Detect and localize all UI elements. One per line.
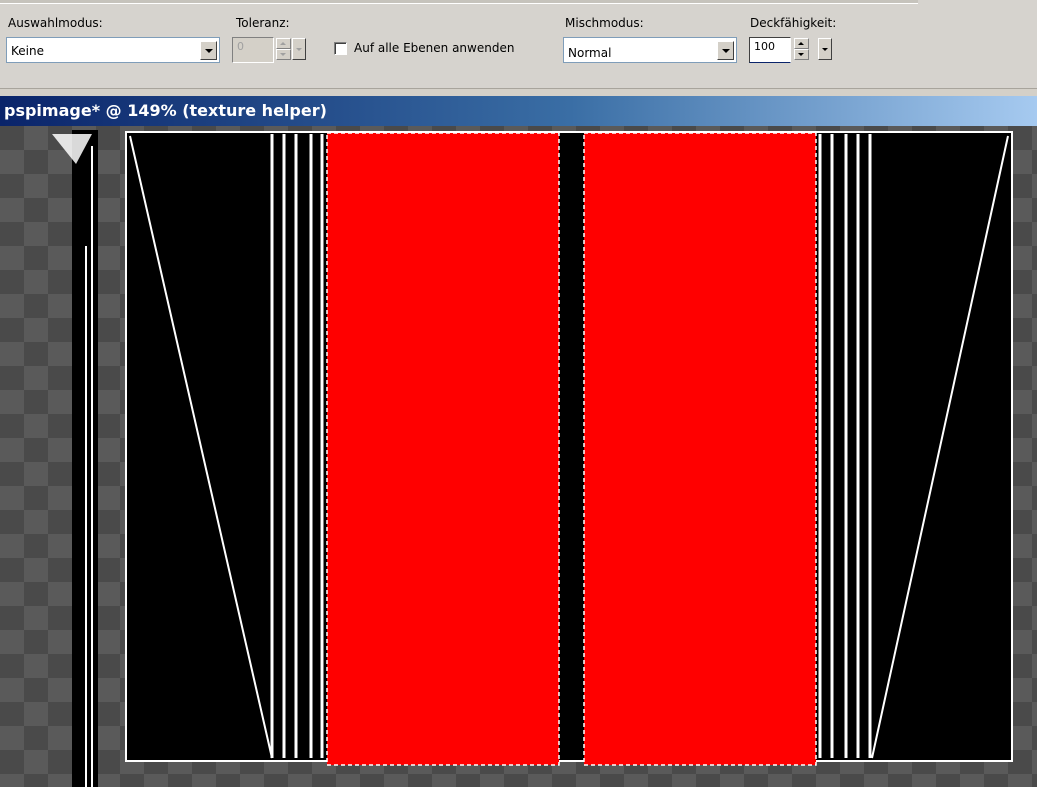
tolerance-input[interactable]: 0 bbox=[232, 37, 274, 63]
image-frame bbox=[125, 131, 1013, 762]
chevron-down-icon bbox=[296, 48, 302, 51]
canvas-area[interactable] bbox=[0, 126, 1037, 787]
blend-mode-label: Mischmodus: bbox=[565, 16, 644, 30]
tolerance-value: 0 bbox=[237, 40, 244, 53]
tool-options-bar: Auswahlmodus: Keine Toleranz: 0 Auf alle… bbox=[0, 0, 1037, 89]
spin-up-icon[interactable] bbox=[794, 38, 809, 49]
red-panel-right[interactable] bbox=[584, 133, 816, 765]
opacity-input[interactable]: 100 bbox=[749, 37, 791, 63]
chevron-down-icon bbox=[822, 48, 828, 51]
opacity-spinner[interactable] bbox=[794, 38, 809, 60]
tolerance-spinner[interactable] bbox=[276, 38, 291, 60]
opacity-value: 100 bbox=[754, 40, 775, 53]
spin-down-icon[interactable] bbox=[794, 49, 809, 60]
chevron-down-icon bbox=[205, 49, 213, 53]
image-canvas[interactable] bbox=[0, 126, 1037, 787]
apply-all-layers-label: Auf alle Ebenen anwenden bbox=[354, 41, 515, 55]
spin-down-icon[interactable] bbox=[276, 49, 291, 60]
selection-mode-value: Keine bbox=[11, 44, 44, 58]
document-title: pspimage* @ 149% (texture helper) bbox=[4, 101, 327, 120]
selection-mode-dropdown[interactable]: Keine bbox=[6, 37, 220, 63]
blend-mode-dropdown-button[interactable] bbox=[717, 41, 734, 60]
opacity-dropdown-button[interactable] bbox=[818, 38, 832, 60]
selection-mode-dropdown-button[interactable] bbox=[200, 41, 217, 60]
apply-all-layers-checkbox[interactable] bbox=[334, 42, 347, 55]
document-titlebar[interactable]: pspimage* @ 149% (texture helper) bbox=[0, 96, 1037, 126]
spin-up-icon[interactable] bbox=[276, 38, 291, 49]
tolerance-label: Toleranz: bbox=[236, 16, 290, 30]
chevron-down-icon bbox=[722, 49, 730, 53]
red-panel-left[interactable] bbox=[327, 133, 559, 765]
opacity-label: Deckfähigkeit: bbox=[750, 16, 837, 30]
tolerance-dropdown-button[interactable] bbox=[292, 38, 306, 60]
blend-mode-value: Normal bbox=[568, 46, 612, 60]
selection-mode-label: Auswahlmodus: bbox=[8, 16, 103, 30]
blend-mode-dropdown[interactable]: Normal bbox=[563, 37, 737, 63]
toolbar-separator bbox=[0, 0, 918, 4]
